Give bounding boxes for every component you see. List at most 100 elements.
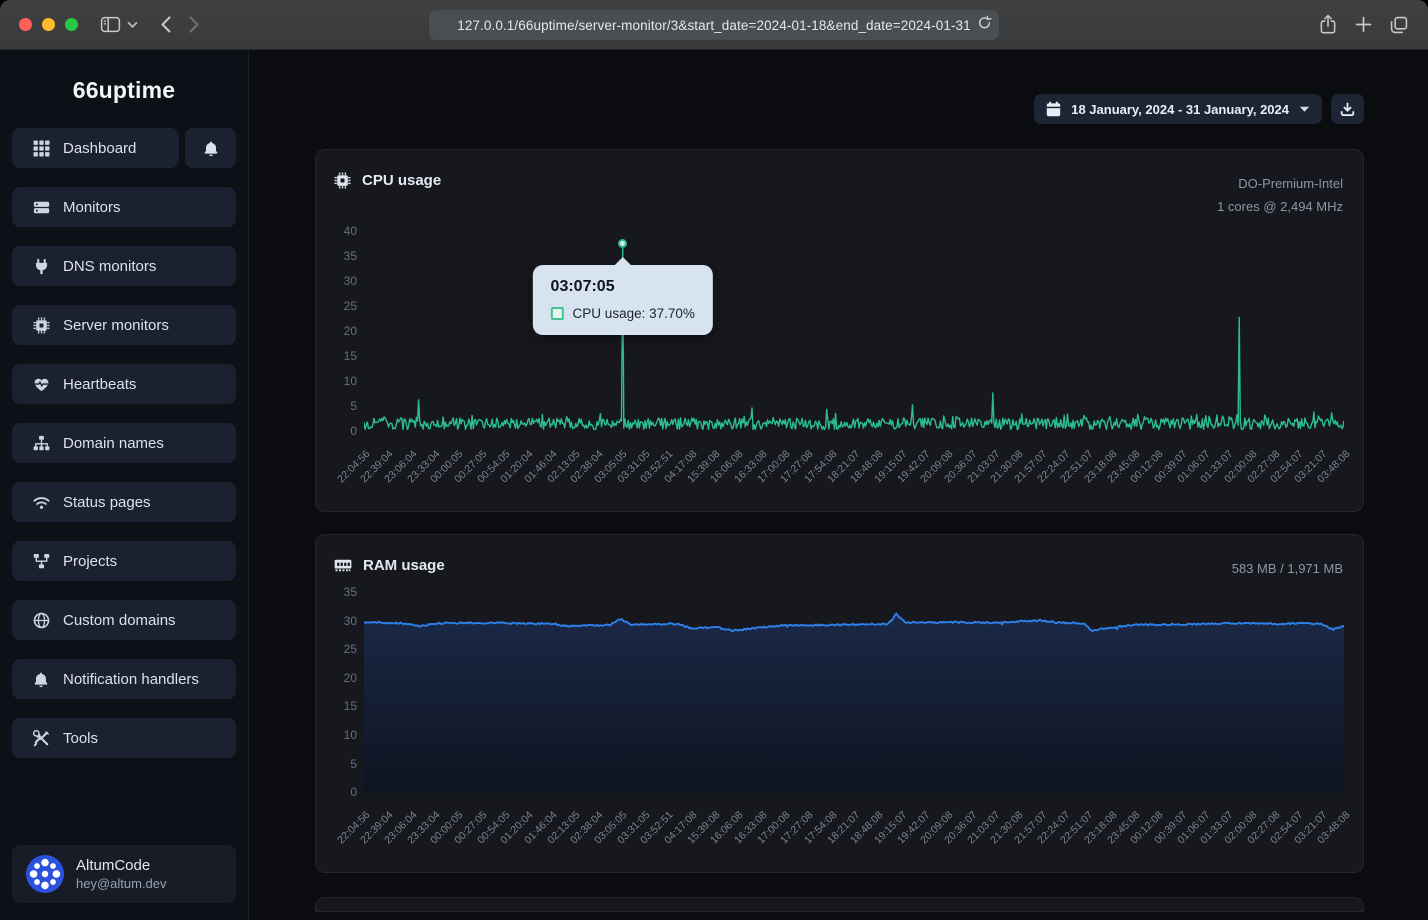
toolbar: 18 January, 2024 - 31 January, 2024 (315, 94, 1364, 124)
sidebar-toggle-icon[interactable] (100, 15, 121, 34)
sitemap-icon (33, 435, 50, 452)
account-card[interactable]: AltumCode hey@altum.dev (12, 845, 236, 903)
ram-usage-plot-area[interactable] (364, 588, 1344, 800)
sidebar-item-label: Heartbeats (63, 376, 136, 393)
sidebar-item-label: Status pages (63, 494, 151, 511)
cpu-usage-card: CPU usage DO-Premium-Intel 1 cores @ 2,4… (315, 149, 1364, 512)
cpu-usage-plot-area[interactable] (364, 227, 1344, 439)
calendar-icon (1046, 101, 1061, 117)
sidebar-item-domain-names[interactable]: Domain names (12, 423, 236, 463)
y-tick-label: 25 (344, 642, 357, 656)
wifi-icon (33, 494, 50, 511)
series-legend-marker (551, 307, 564, 320)
tab-overview-icon[interactable] (1390, 16, 1408, 34)
cpu-usage-chart: 403530252015105003:07:05CPU usage: 37.70… (334, 227, 1343, 505)
sidebar-row: Heartbeats (12, 364, 236, 404)
chip-icon (33, 317, 50, 334)
zoom-window-button[interactable] (65, 18, 78, 31)
sidebar-item-server-monitors[interactable]: Server monitors (12, 305, 236, 345)
sidebar-row: Domain names (12, 423, 236, 463)
cpu-card-header: CPU usage DO-Premium-Intel 1 cores @ 2,4… (334, 172, 1343, 219)
minimize-window-button[interactable] (42, 18, 55, 31)
memory-icon (334, 557, 352, 573)
data-point-marker (618, 239, 627, 248)
plug-icon (33, 258, 50, 275)
account-email: hey@altum.dev (76, 876, 167, 891)
x-axis: 22:04:5622:39:0423:06:0423:33:0400:00:05… (364, 439, 1344, 505)
sidebar-row: Notification handlers (12, 659, 236, 699)
globe-icon (33, 612, 50, 629)
ram-usage-chart: 3530252015105022:04:5622:39:0423:06:0423… (334, 588, 1343, 866)
sidebar-item-label: Monitors (63, 199, 121, 216)
area-fill (364, 614, 1344, 794)
sidebar-item-label: Domain names (63, 435, 164, 452)
y-tick-label: 5 (350, 399, 357, 413)
series-line (364, 243, 1344, 429)
browser-window: 127.0.0.1/66uptime/server-monitor/3&star… (0, 0, 1428, 920)
y-tick-label: 35 (344, 249, 357, 263)
forward-button[interactable] (188, 15, 201, 34)
sidebar-item-heartbeats[interactable]: Heartbeats (12, 364, 236, 404)
sidebar-item-label: Tools (63, 730, 98, 747)
account-name: AltumCode (76, 857, 167, 874)
back-button[interactable] (159, 15, 172, 34)
reload-icon[interactable] (977, 15, 992, 33)
y-tick-label: 10 (344, 728, 357, 742)
y-tick-label: 0 (350, 785, 357, 799)
sidebar-item-notification-handlers[interactable]: Notification handlers (12, 659, 236, 699)
ram-usage-card: RAM usage 583 MB / 1,971 MB 353025201510… (315, 534, 1364, 873)
y-tick-label: 15 (344, 349, 357, 363)
sidebar-item-label: Server monitors (63, 317, 169, 334)
sidebar-item-projects[interactable]: Projects (12, 541, 236, 581)
sidebar-item-monitors[interactable]: Monitors (12, 187, 236, 227)
sidebar: 66uptime DashboardMonitorsDNS monitorsSe… (0, 50, 249, 920)
card-title-label: RAM usage (363, 557, 445, 574)
sidebar-item-label: DNS monitors (63, 258, 156, 275)
download-icon (1340, 102, 1355, 117)
sidebar-row: Monitors (12, 187, 236, 227)
server-cpu-spec-label: 1 cores @ 2,494 MHz (1217, 195, 1343, 218)
sidebar-item-label: Dashboard (63, 140, 136, 157)
chart-tooltip: 03:07:05 CPU usage: 37.70% (533, 265, 713, 335)
server-info: DO-Premium-Intel 1 cores @ 2,494 MHz (1217, 172, 1343, 219)
sidebar-item-dns-monitors[interactable]: DNS monitors (12, 246, 236, 286)
sidebar-row: Server monitors (12, 305, 236, 345)
address-bar[interactable]: 127.0.0.1/66uptime/server-monitor/3&star… (429, 10, 999, 40)
microchip-icon (334, 172, 351, 189)
close-window-button[interactable] (19, 18, 32, 31)
y-tick-label: 25 (344, 299, 357, 313)
date-range-picker[interactable]: 18 January, 2024 - 31 January, 2024 (1034, 94, 1322, 124)
sidebar-item-custom-domains[interactable]: Custom domains (12, 600, 236, 640)
notifications-bell-button[interactable] (185, 128, 236, 168)
tooltip-time: 03:07:05 (551, 278, 695, 296)
sidebar-row: Projects (12, 541, 236, 581)
share-icon[interactable] (1319, 14, 1337, 35)
y-tick-label: 35 (344, 585, 357, 599)
new-tab-plus-icon[interactable] (1355, 16, 1372, 33)
chevron-down-icon[interactable] (127, 21, 138, 29)
sidebar-item-label: Custom domains (63, 612, 176, 629)
sidebar-item-tools[interactable]: Tools (12, 718, 236, 758)
sidebar-item-dashboard[interactable]: Dashboard (12, 128, 179, 168)
ram-total-label: 583 MB / 1,971 MB (1232, 557, 1343, 580)
bell-icon (203, 140, 219, 157)
y-tick-label: 30 (344, 274, 357, 288)
sidebar-row: Tools (12, 718, 236, 758)
bell-icon (33, 671, 50, 688)
heart-icon (33, 376, 50, 393)
sidebar-row: Dashboard (12, 128, 236, 168)
tooltip-value: CPU usage: 37.70% (573, 306, 695, 321)
card-title-label: CPU usage (362, 172, 441, 189)
tools-icon (33, 730, 50, 747)
chrome-actions (1319, 14, 1408, 35)
main-content: 18 January, 2024 - 31 January, 2024 (249, 50, 1428, 920)
export-download-button[interactable] (1331, 94, 1364, 124)
server-plan-label: DO-Premium-Intel (1217, 172, 1343, 195)
x-axis: 22:04:5622:39:0423:06:0423:33:0400:00:05… (364, 800, 1344, 866)
address-url: 127.0.0.1/66uptime/server-monitor/3&star… (457, 18, 971, 33)
next-card-partial (315, 897, 1364, 912)
sidebar-item-status-pages[interactable]: Status pages (12, 482, 236, 522)
project-icon (33, 553, 50, 570)
y-tick-label: 10 (344, 374, 357, 388)
y-tick-label: 30 (344, 614, 357, 628)
